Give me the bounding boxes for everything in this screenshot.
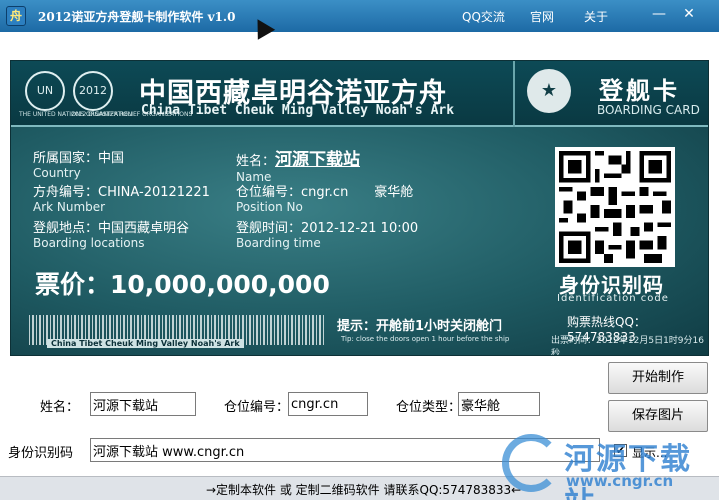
- barcode-caption: China Tibet Cheuk Ming Valley Noah's Ark: [47, 339, 244, 348]
- qr-code-icon: [555, 147, 675, 267]
- name-input[interactable]: [90, 392, 196, 416]
- identification-code-input[interactable]: [90, 438, 600, 462]
- position-number-input[interactable]: [288, 392, 368, 416]
- position-label-english: Position No: [236, 200, 303, 214]
- show-option-checkbox[interactable]: ✔: [614, 444, 627, 457]
- start-make-button[interactable]: 开始制作: [608, 362, 708, 394]
- position-input-label: 仓位编号：: [224, 400, 290, 415]
- save-image-button[interactable]: 保存图片: [608, 400, 708, 432]
- mouse-cursor-icon: [248, 14, 276, 40]
- boarding-time-label: 登舰时间：2012-12-21 10:00: [236, 221, 419, 236]
- 2012-emblem-icon: 2012: [73, 71, 113, 111]
- show-option-label: 显示...: [632, 446, 668, 460]
- name-input-label: 姓名：: [40, 400, 80, 415]
- ticket-price: 票价：10,000,000,000: [35, 270, 330, 299]
- cabin-type-input[interactable]: [458, 392, 540, 416]
- title-bar: 舟 2012诺亚方舟登舰卡制作软件 v1.0 QQ交流 官网 关于 — ✕: [0, 0, 719, 40]
- boarding-tip: 提示：开舱前1小时关闭舱门: [337, 319, 503, 334]
- country-label-english: Country: [33, 166, 81, 180]
- menu-about[interactable]: 关于: [584, 8, 608, 25]
- ark-number-label-english: Ark Number: [33, 200, 106, 214]
- identification-code-label: 身份识别码: [8, 446, 74, 461]
- boarding-location-label: 登舰地点：中国西藏卓明谷: [33, 221, 190, 236]
- country-field: 所属国家：中国 Country: [33, 147, 124, 180]
- window-title: 2012诺亚方舟登舰卡制作软件 v1.0: [38, 10, 236, 24]
- boarding-location-label-english: Boarding locations: [33, 236, 145, 250]
- minimize-button[interactable]: —: [646, 3, 672, 25]
- passenger-name-value: 河源下载站: [275, 150, 361, 170]
- custom-software-contact: →定制本软件 或 定制二维码软件 请联系QQ:574783833←: [206, 483, 522, 497]
- boarding-time-field: 登舰时间：2012-12-21 10:00 Boarding time: [236, 217, 418, 250]
- ark-number-label: 方舟编号：CHINA-20121221: [33, 185, 210, 200]
- cabin-type-label: 仓位类型：: [396, 400, 462, 415]
- menu-official-site[interactable]: 官网: [530, 8, 554, 25]
- national-emblem-icon: ★: [527, 69, 571, 113]
- position-field: 仓位编号：cngr.cn 豪华舱 Position No: [236, 181, 413, 214]
- boarding-tip-english: Tip: close the doors open 1 hour before …: [341, 335, 510, 343]
- card-header: UN 2012 THE UNITED NATIONS ORGANIZATION …: [11, 61, 708, 127]
- passenger-name-label: 姓名：: [236, 154, 276, 169]
- passenger-name-field: 姓名：河源下载站 Name: [236, 145, 360, 184]
- country-label: 所属国家：中国: [33, 151, 125, 166]
- card-title-english: China Tibet Cheuk Ming Valley Noah's Ark: [141, 103, 455, 118]
- issue-time: 出票时间：2012年12月5日1时9分16秒: [551, 336, 704, 356]
- position-label: 仓位编号：cngr.cn 豪华舱: [236, 185, 414, 200]
- app-icon: 舟: [6, 6, 26, 26]
- boarding-location-field: 登舰地点：中国西藏卓明谷 Boarding locations: [33, 217, 189, 250]
- status-bar: →定制本软件 或 定制二维码软件 请联系QQ:574783833←: [0, 476, 719, 500]
- close-button[interactable]: ✕: [676, 3, 702, 25]
- menu-qq-chat[interactable]: QQ交流: [462, 8, 505, 25]
- boarding-card-title: 登舰卡: [599, 77, 680, 105]
- boarding-card-preview: UN 2012 THE UNITED NATIONS ORGANIZATION …: [10, 60, 709, 356]
- boarding-time-label-english: Boarding time: [236, 236, 321, 250]
- un-emblem-icon: UN: [25, 71, 65, 111]
- ark-number-field: 方舟编号：CHINA-20121221 Ark Number: [33, 181, 210, 214]
- boarding-card-title-english: BOARDING CARD: [597, 103, 700, 117]
- identification-code-title-english: Identification code: [557, 293, 669, 304]
- header-divider: [513, 61, 515, 127]
